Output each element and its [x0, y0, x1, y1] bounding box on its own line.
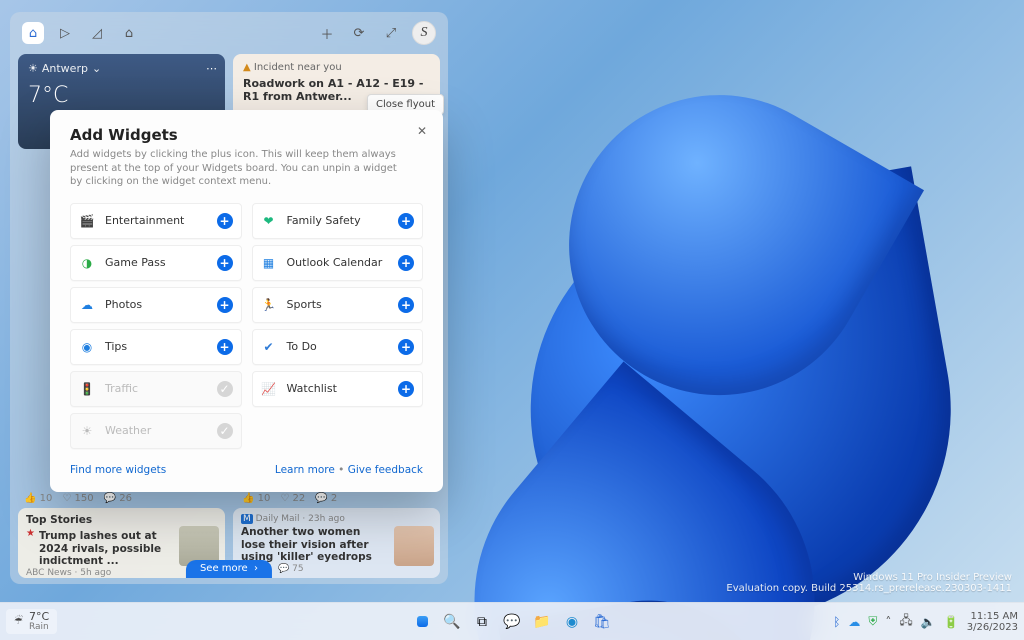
add-widget-button[interactable]: + [398, 381, 414, 397]
widget-name: Sports [287, 298, 399, 311]
chart-icon[interactable]: ◿ [86, 22, 108, 44]
add-widget-button[interactable]: + [217, 213, 233, 229]
widget-icon: ☀ [79, 423, 95, 439]
add-widget-button[interactable]: + [217, 339, 233, 355]
security-icon[interactable]: ⛨ [868, 614, 877, 629]
story-source: Daily Mail · 23h ago [256, 514, 345, 524]
widget-icon: ☁ [79, 297, 95, 313]
modal-subtitle: Add widgets by clicking the plus icon. T… [70, 148, 409, 189]
widget-row-outlook-calendar[interactable]: ▦ Outlook Calendar+ [252, 245, 424, 281]
add-widgets-modal: ✕ Add Widgets Add widgets by clicking th… [50, 110, 443, 492]
widget-icon: 🏃 [261, 297, 277, 313]
start-button[interactable] [410, 610, 434, 634]
widget-name: Weather [105, 424, 217, 437]
search-icon[interactable]: 🔍 [440, 610, 464, 634]
add-widget-button[interactable]: + [217, 297, 233, 313]
widget-icon: 🚦 [79, 381, 95, 397]
chat-icon[interactable]: 💬 [500, 610, 524, 634]
widget-icon: ❤ [261, 213, 277, 229]
stories-row: Top Stories ★Trump lashes out at 2024 ri… [18, 508, 440, 578]
widget-row-traffic[interactable]: 🚦 Traffic✓ [70, 371, 242, 407]
weather-location: Antwerp [42, 62, 88, 75]
avatar[interactable]: S [412, 21, 436, 45]
learn-more-link[interactable]: Learn more [275, 464, 335, 476]
task-view-icon[interactable]: ⧉ [470, 610, 494, 634]
edge-icon[interactable]: ◉ [560, 610, 584, 634]
expand-icon[interactable]: ⤢ [380, 22, 402, 44]
likes-count: 10 [242, 493, 270, 504]
find-more-widgets-link[interactable]: Find more widgets [70, 464, 166, 476]
widget-row-family-safety[interactable]: ❤ Family Safety+ [252, 203, 424, 239]
story-thumb [394, 526, 434, 566]
taskbar-clock[interactable]: 11:15 AM 3/26/2023 [967, 611, 1018, 633]
widget-icon: 📈 [261, 381, 277, 397]
widget-name: Outlook Calendar [287, 256, 399, 269]
see-more-button[interactable]: See more › [186, 560, 272, 578]
widget-row-sports[interactable]: 🏃 Sports+ [252, 287, 424, 323]
add-icon[interactable]: ＋ [316, 22, 338, 44]
widget-row-entertainment[interactable]: 🎬 Entertainment+ [70, 203, 242, 239]
explorer-icon[interactable]: 📁 [530, 610, 554, 634]
bluetooth-icon[interactable]: ᛒ [833, 615, 840, 629]
widget-disabled-icon: ✓ [217, 423, 233, 439]
top-stories-label: Top Stories [26, 514, 217, 526]
widget-icon: ◑ [79, 255, 95, 271]
battery-icon[interactable]: 🔋 [944, 615, 959, 629]
comments-count: 2 [315, 493, 337, 504]
tag-icon[interactable]: ⌂ [118, 22, 140, 44]
add-widget-button[interactable]: + [398, 339, 414, 355]
views-count: 150 [62, 493, 93, 504]
add-widget-button[interactable]: + [398, 213, 414, 229]
refresh-icon[interactable]: ⟳ [348, 22, 370, 44]
onedrive-icon[interactable]: ☁ [848, 615, 860, 629]
add-widget-button[interactable]: + [398, 255, 414, 271]
widget-name: To Do [287, 340, 399, 353]
widget-name: Tips [105, 340, 217, 353]
widget-icon: 🎬 [79, 213, 95, 229]
traffic-tag: Incident near you [254, 62, 342, 73]
story-headline: Another two women lose their vision afte… [241, 526, 384, 564]
widget-disabled-icon: ✓ [217, 381, 233, 397]
add-widget-button[interactable]: + [398, 297, 414, 313]
widget-icon: ◉ [79, 339, 95, 355]
widget-name: Photos [105, 298, 217, 311]
widget-name: Family Safety [287, 214, 399, 227]
give-feedback-link[interactable]: Give feedback [348, 464, 423, 476]
build-watermark: Windows 11 Pro Insider Preview Evaluatio… [726, 572, 1012, 594]
widget-name: Game Pass [105, 256, 217, 269]
taskbar: ☔ 7°CRain 🔍 ⧉ 💬 📁 ◉ 🛍 ᛒ ☁ ⛨ ˄ 🖧 🔈 🔋 11:1… [0, 602, 1024, 640]
widget-row-weather[interactable]: ☀ Weather✓ [70, 413, 242, 449]
store-icon[interactable]: 🛍 [590, 610, 614, 634]
widgets-header: ⌂ ▷ ◿ ⌂ ＋ ⟳ ⤢ S [18, 20, 440, 46]
taskbar-weather[interactable]: ☔ 7°CRain [6, 609, 57, 634]
widget-icon: ▦ [261, 255, 277, 271]
widget-name: Traffic [105, 382, 217, 395]
chevron-up-icon[interactable]: ˄ [885, 615, 891, 629]
volume-icon[interactable]: 🔈 [921, 615, 936, 629]
comments-count: 26 [104, 493, 132, 504]
play-icon[interactable]: ▷ [54, 22, 76, 44]
widget-icon: ✔ [261, 339, 277, 355]
add-widget-button[interactable]: + [217, 255, 233, 271]
weather-temp: 7°C [28, 83, 215, 108]
hearts-count: 22 [280, 493, 305, 504]
widget-row-watchlist[interactable]: 📈 Watchlist+ [252, 371, 424, 407]
modal-title: Add Widgets [70, 126, 423, 144]
home-icon[interactable]: ⌂ [22, 22, 44, 44]
likes-count: 10 [24, 493, 52, 504]
widget-name: Watchlist [287, 382, 399, 395]
widget-row-photos[interactable]: ☁ Photos+ [70, 287, 242, 323]
widget-name: Entertainment [105, 214, 217, 227]
close-icon[interactable]: ✕ [411, 120, 433, 142]
widget-row-game-pass[interactable]: ◑ Game Pass+ [70, 245, 242, 281]
widget-row-to-do[interactable]: ✔ To Do+ [252, 329, 424, 365]
story-headline: Trump lashes out at 2024 rivals, possibl… [39, 530, 182, 568]
network-icon[interactable]: 🖧 [899, 611, 912, 632]
widget-row-tips[interactable]: ◉ Tips+ [70, 329, 242, 365]
